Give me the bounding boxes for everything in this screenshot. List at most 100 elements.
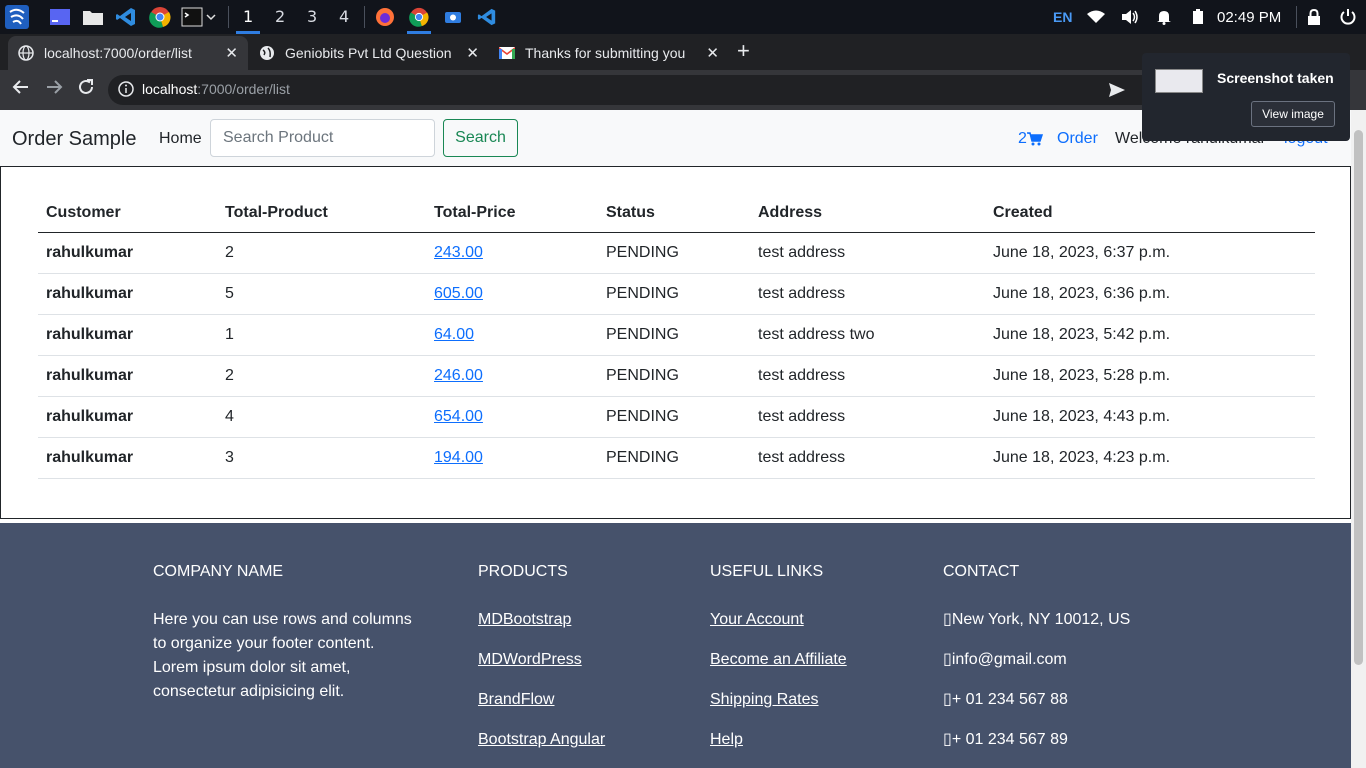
contact-address-text: New York, NY 10012, US bbox=[951, 611, 1131, 628]
url-text[interactable]: localhost:7000/order/list bbox=[142, 81, 290, 97]
missing-glyph-icon: ▯ bbox=[943, 651, 952, 668]
firefox-window-icon[interactable] bbox=[373, 5, 397, 29]
workspace-2[interactable]: 2 bbox=[275, 7, 285, 26]
missing-glyph-icon: ▯ bbox=[943, 691, 952, 708]
order-price-link[interactable]: 64.00 bbox=[434, 326, 474, 343]
cell-address: test address bbox=[750, 355, 985, 397]
wifi-icon[interactable] bbox=[1087, 0, 1105, 34]
footer-link-shipping-rates[interactable]: Shipping Rates bbox=[710, 688, 847, 728]
kali-menu-icon[interactable] bbox=[5, 5, 29, 29]
tab-gmail[interactable]: Thanks for submitting you ✕ bbox=[489, 36, 729, 70]
lock-icon[interactable] bbox=[1307, 0, 1321, 34]
keyboard-layout[interactable]: EN bbox=[1053, 0, 1072, 34]
close-icon[interactable]: ✕ bbox=[706, 44, 719, 62]
col-header-total-product: Total-Product bbox=[217, 194, 426, 233]
contact-address: ▯New York, NY 10012, US bbox=[943, 608, 1130, 648]
order-link[interactable]: Order bbox=[1057, 130, 1098, 148]
reload-icon[interactable] bbox=[77, 78, 95, 101]
cell-customer: rahulkumar bbox=[38, 273, 217, 315]
footer-link-help[interactable]: Help bbox=[710, 728, 847, 768]
tab-order-list[interactable]: localhost:7000/order/list ✕ bbox=[8, 36, 248, 70]
site-footer: COMPANY NAME Here you can use rows and c… bbox=[0, 523, 1351, 768]
col-header-created: Created bbox=[985, 194, 1315, 233]
cell-total-product: 5 bbox=[217, 273, 426, 315]
footer-link-your-account[interactable]: Your Account bbox=[710, 608, 847, 648]
terminal-icon[interactable] bbox=[180, 5, 204, 29]
screenshot-app-icon[interactable] bbox=[441, 5, 465, 29]
file-manager-icon[interactable] bbox=[81, 5, 105, 29]
volume-icon[interactable] bbox=[1121, 0, 1139, 34]
clock[interactable]: 02:49 PM bbox=[1217, 0, 1281, 34]
order-price-link[interactable]: 243.00 bbox=[434, 244, 483, 261]
new-tab-button[interactable]: + bbox=[737, 38, 750, 64]
workspace-4[interactable]: 4 bbox=[339, 7, 349, 26]
footer-link-brandflow[interactable]: BrandFlow bbox=[478, 688, 605, 728]
search-input[interactable] bbox=[210, 119, 435, 157]
footer-useful-links-heading: USEFUL LINKS bbox=[710, 563, 824, 580]
forward-arrow-icon[interactable] bbox=[45, 78, 63, 101]
tab-title: Geniobits Pvt Ltd Question bbox=[285, 45, 452, 61]
chrome-window-icon[interactable] bbox=[407, 5, 431, 29]
back-arrow-icon[interactable] bbox=[12, 78, 30, 101]
table-row: rahulkumar 1 64.00 PENDING test address … bbox=[38, 314, 1315, 356]
web-page: Order Sample Home Search 2 Order Welcome… bbox=[0, 110, 1351, 768]
order-price-link[interactable]: 194.00 bbox=[434, 449, 483, 466]
cell-address: test address bbox=[750, 437, 985, 479]
gmail-icon bbox=[499, 47, 515, 59]
page-scrollbar[interactable] bbox=[1351, 110, 1366, 768]
cell-status: PENDING bbox=[598, 396, 750, 438]
footer-products-heading: PRODUCTS bbox=[478, 563, 568, 580]
footer-link-mdbootstrap[interactable]: MDBootstrap bbox=[478, 608, 605, 648]
footer-company-column: COMPANY NAME Here you can use rows and c… bbox=[153, 563, 413, 704]
workspace-1[interactable]: 1 bbox=[243, 7, 253, 26]
footer-link-affiliate[interactable]: Become an Affiliate bbox=[710, 648, 847, 688]
orders-container: Customer Total-Product Total-Price Statu… bbox=[0, 166, 1351, 519]
language-indicator[interactable]: EN bbox=[1053, 9, 1072, 25]
cell-created: June 18, 2023, 6:37 p.m. bbox=[985, 232, 1315, 274]
cell-total-product: 3 bbox=[217, 437, 426, 479]
chevron-down-icon[interactable] bbox=[204, 5, 218, 29]
notifications-bell-icon[interactable] bbox=[1156, 0, 1172, 34]
chrome-icon[interactable] bbox=[148, 5, 172, 29]
footer-company-text: Here you can use rows and columns to org… bbox=[153, 611, 412, 700]
missing-glyph-icon: ▯ bbox=[943, 731, 952, 748]
orders-table: Customer Total-Product Total-Price Statu… bbox=[38, 194, 1315, 479]
search-button[interactable]: Search bbox=[443, 119, 518, 157]
tab-title: Thanks for submitting you bbox=[525, 45, 686, 61]
cell-address: test address two bbox=[750, 314, 985, 356]
order-price-link[interactable]: 246.00 bbox=[434, 367, 483, 384]
battery-icon[interactable] bbox=[1192, 0, 1204, 34]
cell-total-price: 243.00 bbox=[426, 232, 598, 274]
notification-title: Screenshot taken bbox=[1217, 70, 1334, 86]
scrollbar-thumb[interactable] bbox=[1354, 130, 1363, 665]
cell-address: test address bbox=[750, 273, 985, 315]
cell-total-price: 64.00 bbox=[426, 314, 598, 356]
tab-geniobits[interactable]: Geniobits Pvt Ltd Question ✕ bbox=[249, 36, 489, 70]
vscode-icon[interactable] bbox=[114, 5, 138, 29]
cart-link[interactable]: 2 bbox=[1018, 130, 1043, 148]
brand-link[interactable]: Order Sample bbox=[12, 128, 137, 151]
order-price-link[interactable]: 654.00 bbox=[434, 408, 483, 425]
power-icon[interactable] bbox=[1340, 0, 1356, 34]
desktop-icon[interactable] bbox=[48, 5, 72, 29]
cell-address: test address bbox=[750, 396, 985, 438]
workspace-3[interactable]: 3 bbox=[307, 7, 317, 26]
footer-link-mdwordpress[interactable]: MDWordPress bbox=[478, 648, 605, 688]
nav-home-link[interactable]: Home bbox=[159, 130, 202, 148]
url-path: :7000/order/list bbox=[197, 81, 290, 97]
screenshot-thumbnail bbox=[1155, 69, 1203, 93]
os-taskbar: 1 2 3 4 EN 02:49 PM bbox=[0, 0, 1366, 34]
close-icon[interactable]: ✕ bbox=[225, 44, 238, 62]
screenshot-notification[interactable]: Screenshot taken View image bbox=[1142, 53, 1350, 141]
footer-link-bootstrap-angular[interactable]: Bootstrap Angular bbox=[478, 728, 605, 768]
view-image-button[interactable]: View image bbox=[1251, 101, 1335, 127]
contact-phone-2-text: + 01 234 567 89 bbox=[951, 731, 1068, 748]
site-info-icon[interactable] bbox=[118, 81, 134, 102]
table-header-row: Customer Total-Product Total-Price Statu… bbox=[38, 194, 1315, 233]
vscode-window-icon[interactable] bbox=[475, 5, 499, 29]
close-icon[interactable]: ✕ bbox=[466, 44, 479, 62]
globe-icon bbox=[18, 45, 34, 61]
footer-contact-column: CONTACT ▯New York, NY 10012, US ▯info@gm… bbox=[943, 563, 1130, 768]
send-icon[interactable] bbox=[1108, 82, 1126, 103]
order-price-link[interactable]: 605.00 bbox=[434, 285, 483, 302]
